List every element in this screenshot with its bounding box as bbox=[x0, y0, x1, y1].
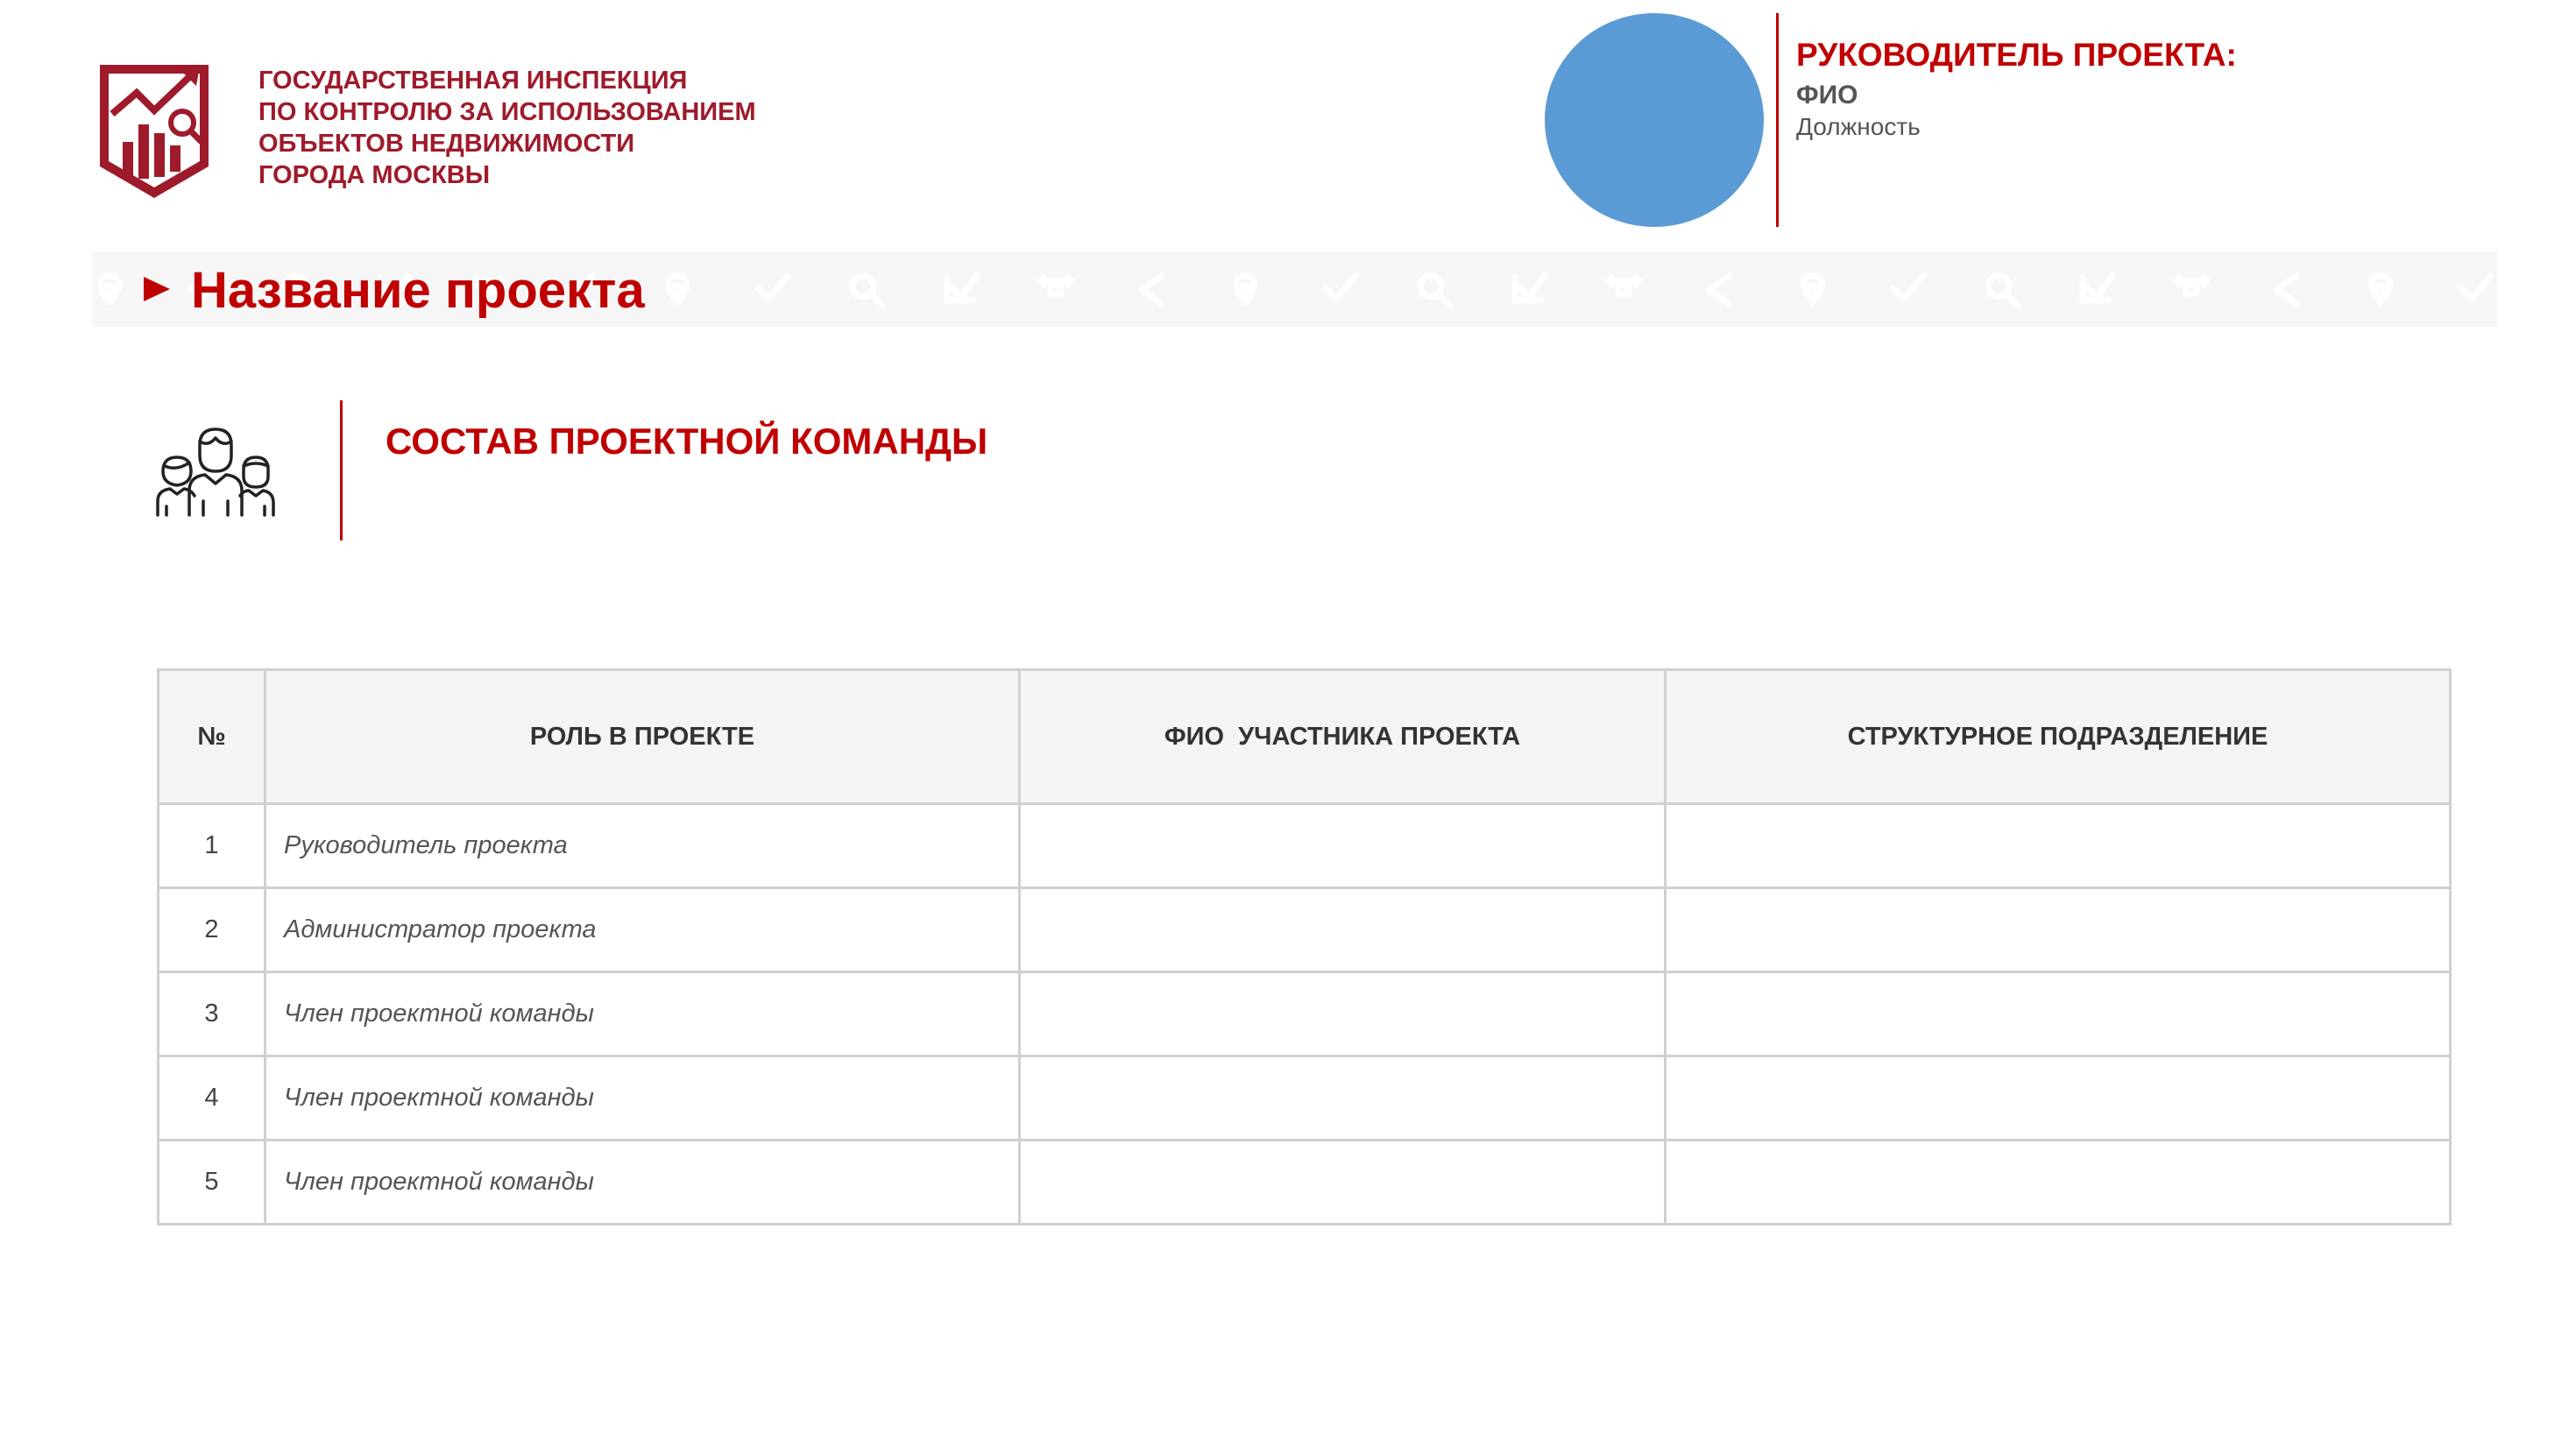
row-department-cell[interactable] bbox=[1664, 971, 2452, 1057]
row-fio-cell[interactable] bbox=[1018, 886, 1667, 973]
organization-name-line: ПО КОНТРОЛЮ ЗА ИСПОЛЬЗОВАНИЕМ bbox=[258, 98, 756, 126]
organization-name-line: ГОРОДА МОСКВЫ bbox=[258, 161, 491, 189]
row-fio-cell[interactable] bbox=[1018, 1055, 1667, 1141]
manager-title: РУКОВОДИТЕЛЬ ПРОЕКТА: bbox=[1796, 37, 2237, 73]
banner-pattern-glyph bbox=[1037, 274, 1075, 297]
row-number: 1 bbox=[157, 802, 266, 889]
banner-pattern-glyph bbox=[97, 272, 122, 306]
manager-fio[interactable]: ФИО bbox=[1796, 80, 1858, 111]
row-department-cell[interactable] bbox=[1664, 1139, 2452, 1226]
banner-pattern-glyph bbox=[1322, 272, 1359, 302]
banner-pattern-glyph bbox=[1511, 272, 1548, 304]
manager-divider bbox=[1776, 13, 1779, 227]
banner-pattern-glyph bbox=[1985, 272, 2021, 309]
table-row: 1 Руководитель проекта bbox=[157, 802, 2452, 889]
row-department-cell[interactable] bbox=[1664, 886, 2452, 973]
banner-pattern-glyph bbox=[1706, 272, 1732, 307]
banner-pattern-glyph bbox=[1233, 272, 1257, 306]
row-role[interactable]: Член проектной команды bbox=[264, 1139, 1021, 1226]
team-people-icon bbox=[156, 427, 275, 517]
manager-position[interactable]: Должность bbox=[1796, 112, 1921, 142]
row-role[interactable]: Администратор проекта bbox=[264, 886, 1021, 973]
row-number: 5 bbox=[157, 1139, 266, 1226]
banner-pattern-glyph bbox=[2172, 274, 2211, 297]
banner-pattern-glyph bbox=[1604, 274, 1643, 297]
banner-pattern-glyph bbox=[665, 272, 690, 306]
organization-name-line: ГОСУДАРСТВЕННАЯ ИНСПЕКЦИЯ bbox=[258, 67, 688, 95]
table-header-row: № РОЛЬ В ПРОЕКТЕ ФИО УЧАСТНИКА ПРОЕКТА С… bbox=[157, 668, 2452, 805]
column-header-role: РОЛЬ В ПРОЕКТЕ bbox=[264, 668, 1021, 805]
row-fio-cell[interactable] bbox=[1018, 971, 1667, 1057]
row-role[interactable]: Член проектной команды bbox=[264, 1055, 1021, 1141]
banner-pattern-glyph bbox=[1138, 272, 1164, 307]
row-fio-cell[interactable] bbox=[1018, 802, 1667, 889]
table-row: 2 Администратор проекта bbox=[157, 886, 2452, 973]
play-arrow-icon bbox=[144, 277, 170, 301]
row-number: 3 bbox=[157, 971, 266, 1057]
banner-pattern-glyph bbox=[1890, 272, 1927, 302]
banner-pattern-glyph bbox=[754, 272, 791, 302]
table-row: 5 Член проектной команды bbox=[157, 1139, 2452, 1226]
banner-pattern-glyph bbox=[1801, 272, 1825, 306]
manager-photo-placeholder[interactable] bbox=[1545, 13, 1764, 227]
banner-pattern-glyph bbox=[2274, 272, 2300, 307]
organization-name: ГОСУДАРСТВЕННАЯ ИНСПЕКЦИЯ ПО КОНТРОЛЮ ЗА… bbox=[258, 65, 959, 191]
banner-pattern-glyph bbox=[2458, 272, 2495, 302]
row-role[interactable]: Член проектной команды bbox=[264, 971, 1021, 1057]
column-header-department: СТРУКТУРНОЕ ПОДРАЗДЕЛЕНИЕ bbox=[1664, 668, 2452, 805]
section-title: СОСТАВ ПРОЕКТНОЙ КОМАНДЫ bbox=[386, 420, 988, 462]
row-role[interactable]: Руководитель проекта bbox=[264, 802, 1021, 889]
row-department-cell[interactable] bbox=[1664, 1055, 2452, 1141]
row-fio-cell[interactable] bbox=[1018, 1139, 1667, 1226]
banner-pattern-glyph bbox=[2079, 272, 2116, 304]
column-header-fio: ФИО УЧАСТНИКА ПРОЕКТА bbox=[1018, 668, 1667, 805]
column-header-number: № bbox=[157, 668, 266, 805]
banner-pattern-glyph bbox=[849, 272, 886, 309]
banner-pattern-glyph bbox=[2368, 272, 2393, 306]
row-department-cell[interactable] bbox=[1664, 802, 2452, 889]
organization-name-line: ОБЪЕКТОВ НЕДВИЖИМОСТИ bbox=[258, 130, 635, 158]
row-number: 4 bbox=[157, 1055, 266, 1141]
banner-pattern-glyph bbox=[1417, 272, 1454, 309]
row-number: 2 bbox=[157, 886, 266, 973]
logo-emblem-icon bbox=[100, 65, 209, 198]
banner-pattern-glyph bbox=[944, 272, 980, 304]
section-divider bbox=[340, 400, 343, 540]
table-row: 3 Член проектной команды bbox=[157, 971, 2452, 1057]
team-table: № РОЛЬ В ПРОЕКТЕ ФИО УЧАСТНИКА ПРОЕКТА С… bbox=[157, 668, 2452, 1226]
table-row: 4 Член проектной команды bbox=[157, 1055, 2452, 1141]
project-title[interactable]: Название проекта bbox=[191, 260, 645, 321]
